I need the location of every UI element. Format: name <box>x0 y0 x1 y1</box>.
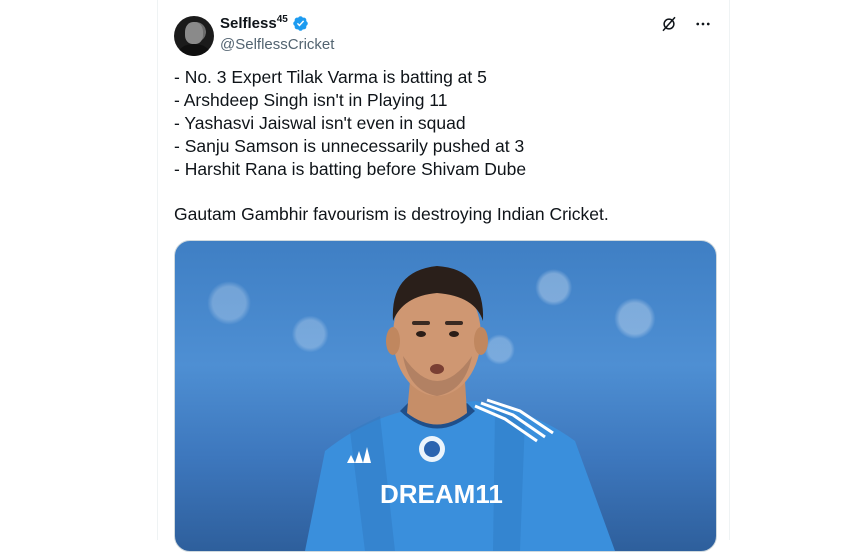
tweet-line: - No. 3 Expert Tilak Varma is batting at… <box>174 67 487 87</box>
more-options-icon[interactable] <box>693 14 713 34</box>
verified-badge-icon <box>292 15 309 32</box>
tweet-closing-line: Gautam Gambhir favourism is destroying I… <box>174 204 609 224</box>
tweet-text: - No. 3 Expert Tilak Varma is batting at… <box>174 66 714 226</box>
tweet-media-image[interactable]: DREAM11 <box>174 240 717 552</box>
tweet-line: - Arshdeep Singh isn't in Playing 11 <box>174 90 448 110</box>
tweet-card[interactable]: Selfless45 @SelflessCricket - No. 3 Expe… <box>157 0 730 552</box>
author-name-row[interactable]: Selfless45 <box>220 14 309 32</box>
player-photo: DREAM11 <box>305 266 615 551</box>
jersey-text: DREAM11 <box>380 479 503 509</box>
display-name[interactable]: Selfless45 <box>220 14 288 32</box>
author-handle[interactable]: @SelflessCricket <box>220 36 334 53</box>
tweet-line: - Sanju Samson is unnecessarily pushed a… <box>174 136 525 156</box>
avatar[interactable] <box>174 16 214 56</box>
tweet-line: - Yashasvi Jaiswal isn't even in squad <box>174 113 466 133</box>
grok-icon[interactable] <box>659 14 679 34</box>
tweet-line: - Harshit Rana is batting before Shivam … <box>174 159 527 179</box>
